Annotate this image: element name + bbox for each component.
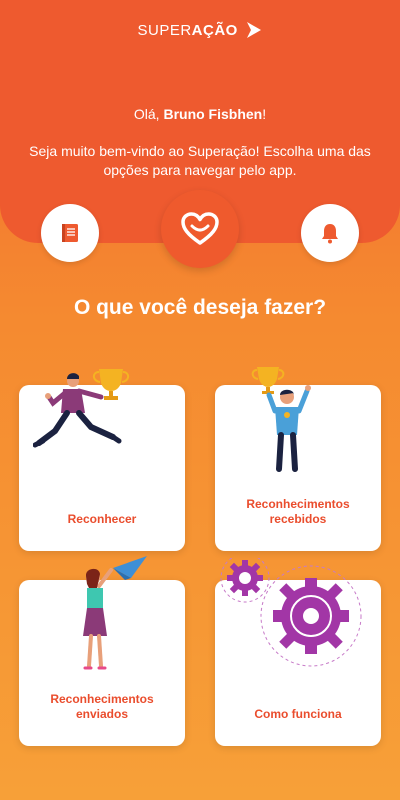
card-como-funciona[interactable]: Como funciona <box>215 558 381 746</box>
bell-icon <box>322 224 338 244</box>
card-label: Como funciona <box>254 707 342 721</box>
runner-trophy-illustration <box>33 369 130 448</box>
card-label: Reconhecimentos recebidos <box>246 497 350 526</box>
card-reconhecimentos-recebidos[interactable]: Reconhecimentos recebidos <box>215 367 381 551</box>
greeting-text: Olá, Bruno Fisbhen! <box>133 106 267 122</box>
person-trophy-illustration <box>251 367 311 472</box>
notifications-button[interactable] <box>301 204 359 262</box>
card-label: Reconhecer <box>67 512 137 526</box>
card-reconhecimentos-enviados[interactable]: Reconhecimentos enviados <box>19 556 185 746</box>
heart-icon <box>181 212 219 245</box>
app-logo: SUPERAÇÃO <box>0 20 400 40</box>
gears-illustration <box>220 558 362 667</box>
welcome-message: Seja muito bem-vindo ao Superação! Escol… <box>29 143 371 178</box>
recognition-home-button[interactable] <box>161 190 239 268</box>
guide-button[interactable] <box>41 204 99 262</box>
card-label: Reconhecimentos enviados <box>50 692 154 721</box>
logo-arrow-icon <box>246 22 261 38</box>
user-name: Bruno Fisbhen <box>163 106 263 122</box>
page-question: O que você deseja fazer? <box>73 296 327 319</box>
book-icon <box>62 224 78 242</box>
card-reconhecer[interactable]: Reconhecer <box>19 369 185 551</box>
woman-paper-plane-illustration <box>83 556 147 670</box>
